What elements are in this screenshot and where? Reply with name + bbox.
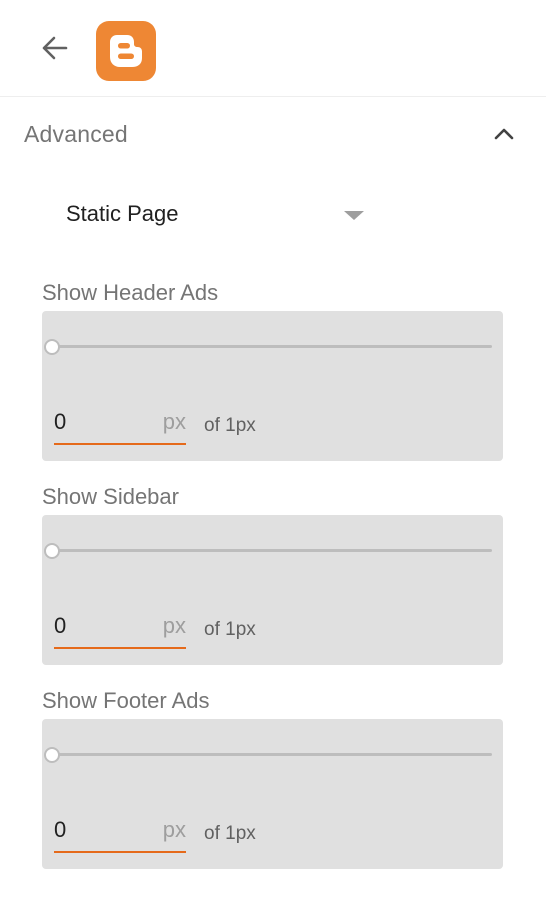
- value-input[interactable]: 0 px: [54, 407, 186, 445]
- slider[interactable]: [44, 743, 494, 767]
- slider[interactable]: [44, 335, 494, 359]
- max-value-text: of 1px: [204, 415, 256, 436]
- max-value-text: of 1px: [204, 619, 256, 640]
- section-title: Advanced: [24, 121, 128, 147]
- setting-card: 0 px of 1px: [42, 515, 503, 665]
- slider-thumb[interactable]: [44, 339, 60, 355]
- blogger-logo-icon: [96, 21, 156, 81]
- input-value: 0: [54, 409, 67, 434]
- slider-track: [52, 753, 492, 756]
- slider-track: [52, 549, 492, 552]
- page-type-dropdown[interactable]: Static Page: [46, 191, 376, 239]
- slider-thumb[interactable]: [44, 543, 60, 559]
- setting-label: Show Footer Ads: [42, 688, 210, 713]
- slider-thumb[interactable]: [44, 747, 60, 763]
- max-value-text: of 1px: [204, 823, 256, 844]
- slider[interactable]: [44, 539, 494, 563]
- setting-label: Show Sidebar: [42, 484, 179, 509]
- setting-card: 0 px of 1px: [42, 311, 503, 461]
- unit-suffix: px: [162, 409, 186, 434]
- advanced-section-toggle[interactable]: Advanced: [0, 109, 546, 161]
- input-value: 0: [54, 817, 67, 842]
- chevron-up-icon: [494, 128, 514, 140]
- triangle-down-icon: [344, 211, 364, 220]
- app-header: [0, 0, 546, 97]
- input-value: 0: [54, 613, 67, 638]
- value-input[interactable]: 0 px: [54, 611, 186, 649]
- unit-suffix: px: [162, 817, 186, 842]
- back-button[interactable]: [36, 32, 72, 64]
- setting-card: 0 px of 1px: [42, 719, 503, 869]
- slider-track: [52, 345, 492, 348]
- setting-label: Show Header Ads: [42, 280, 219, 305]
- arrow-left-icon: [42, 36, 68, 60]
- dropdown-selected-value: Static Page: [66, 201, 179, 226]
- unit-suffix: px: [162, 613, 186, 638]
- settings-panel: Advanced Static Page Show Header Ads 0 p…: [0, 97, 546, 911]
- value-input[interactable]: 0 px: [54, 815, 186, 853]
